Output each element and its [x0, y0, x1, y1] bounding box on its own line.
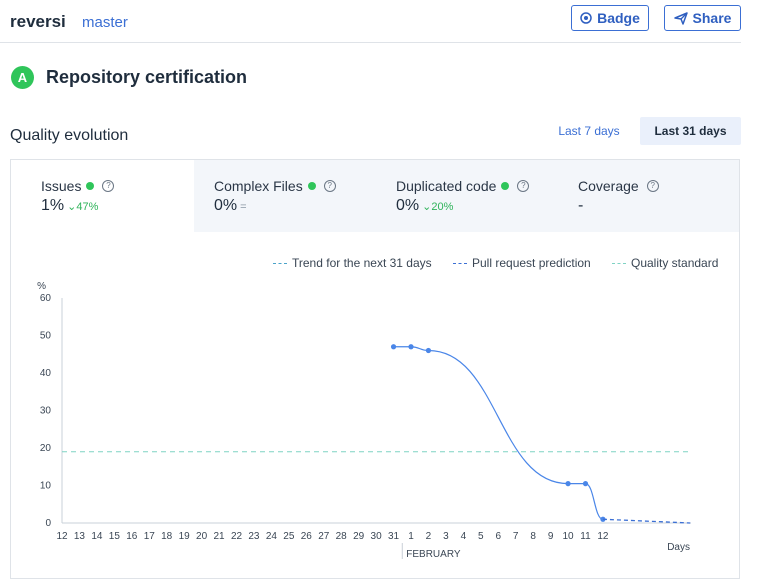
x-tick-label: 1: [408, 531, 414, 542]
data-point: [425, 347, 432, 354]
repo-header: reversi master Badge Share: [0, 0, 741, 43]
data-point: [390, 344, 397, 350]
range-last-7-days[interactable]: Last 7 days: [548, 117, 630, 145]
grade-badge: A: [11, 66, 34, 89]
quality-panel: Issues ? 1% ⌄47% Complex Files ? 0% = Dupl…: [10, 159, 740, 579]
x-tick-label: 11: [580, 531, 591, 542]
x-tick-label: 7: [513, 531, 519, 542]
x-tick-label: 9: [548, 531, 554, 542]
x-tick-label: 16: [126, 531, 138, 542]
x-tick-label: 12: [597, 531, 609, 542]
x-tick-label: 28: [336, 531, 348, 542]
x-tick-label: 17: [144, 531, 156, 542]
x-tick-label: 24: [266, 531, 278, 542]
badge-icon: [580, 12, 592, 24]
x-tick-label: 31: [388, 531, 400, 542]
x-tick-label: 29: [353, 531, 365, 542]
badge-label: Badge: [597, 10, 640, 26]
y-tick-label: 0: [45, 518, 51, 529]
x-tick-label: 20: [196, 531, 208, 542]
x-tick-label: 30: [371, 531, 383, 542]
repo-name[interactable]: reversi: [10, 12, 66, 32]
x-tick-label: 4: [461, 531, 467, 542]
x-tick-label: 3: [443, 531, 449, 542]
x-tick-label: 25: [283, 531, 295, 542]
range-last-31-days[interactable]: Last 31 days: [640, 117, 741, 145]
data-point: [408, 344, 414, 350]
x-tick-label: 19: [179, 531, 191, 542]
issues-series-line: [393, 346, 604, 520]
x-tick-label: 5: [478, 531, 484, 542]
quality-chart: %010203040506012 13 14 15 16 17 18 19 20 21 22 23 24…: [37, 281, 691, 560]
branch-selector[interactable]: master: [82, 14, 128, 31]
x-tick-label: 14: [91, 531, 103, 542]
x-tick-label: 18: [161, 531, 173, 542]
x-tick-label: 8: [530, 531, 536, 542]
x-tick-label: 10: [562, 531, 574, 542]
x-tick-label: 6: [495, 531, 501, 542]
y-tick-label: 60: [40, 293, 52, 304]
x-tick-label: 26: [301, 531, 313, 542]
data-point: [582, 481, 589, 487]
x-month-label: FEBRUARY: [406, 549, 461, 560]
certification-title: Repository certification: [46, 67, 248, 87]
x-tick-label: 23: [248, 531, 260, 542]
y-tick-label: 40: [40, 368, 52, 379]
send-icon: [673, 11, 688, 25]
badge-button[interactable]: Badge: [571, 5, 649, 31]
x-tick-label: 27: [318, 531, 330, 542]
share-label: Share: [692, 10, 732, 26]
y-tick-label: 50: [40, 331, 52, 342]
y-axis-label: %: [37, 281, 46, 292]
y-tick-label: 30: [40, 406, 52, 417]
trend-line: [602, 518, 691, 524]
x-axis-label: Days: [667, 542, 690, 553]
share-button[interactable]: Share: [664, 5, 741, 31]
quality-evolution-title: Quality evolution: [10, 127, 129, 144]
x-tick-label: 15: [109, 531, 121, 542]
y-tick-label: 10: [40, 481, 52, 492]
y-tick-label: 20: [40, 443, 52, 454]
x-tick-label: 21: [213, 531, 225, 542]
data-point: [565, 481, 571, 487]
x-tick-label: 22: [231, 531, 243, 542]
x-tick-label: 12: [56, 531, 68, 542]
x-tick-label: 13: [74, 531, 86, 542]
x-tick-label: 2: [426, 531, 432, 542]
